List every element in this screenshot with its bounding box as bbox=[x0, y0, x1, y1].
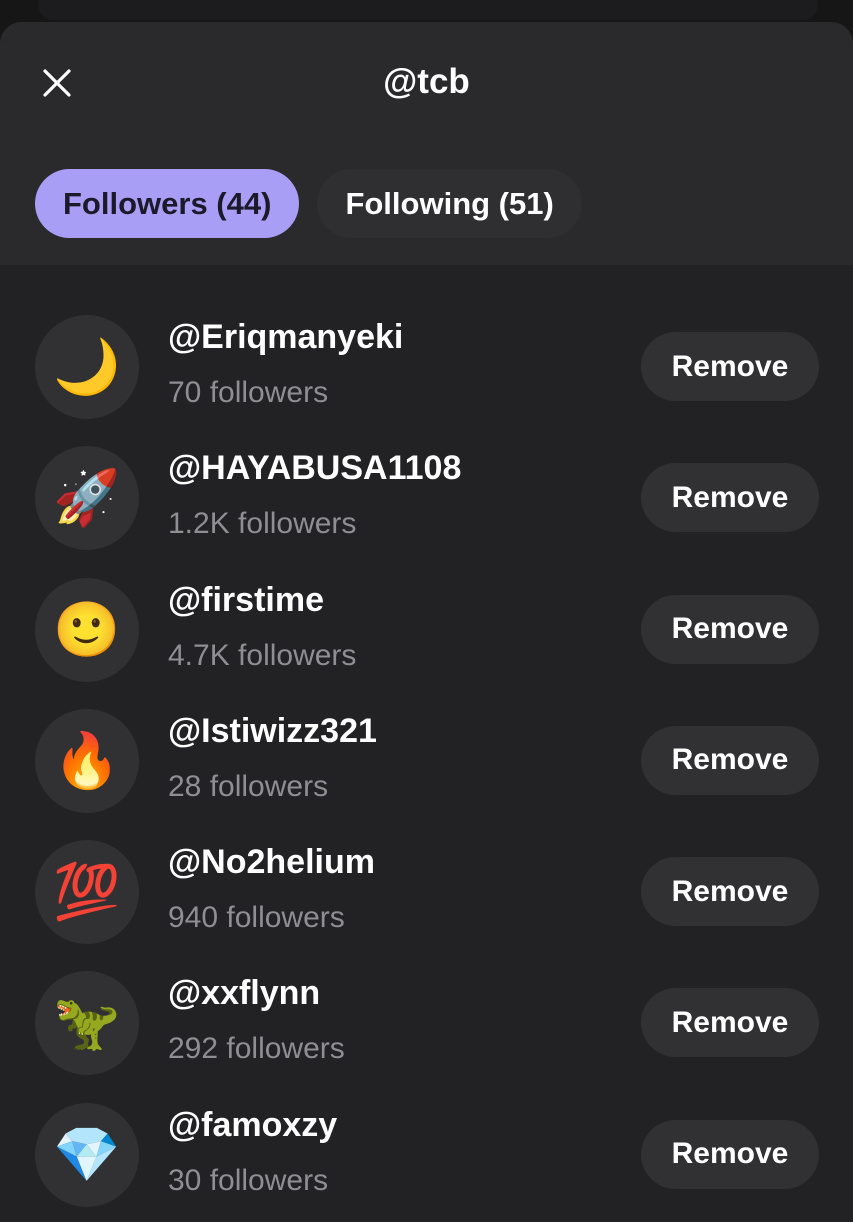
remove-button[interactable]: Remove bbox=[641, 857, 819, 927]
tab-followers[interactable]: Followers (44) bbox=[35, 169, 300, 238]
follower-count: 70 followers bbox=[168, 376, 329, 409]
remove-button[interactable]: Remove bbox=[641, 332, 819, 401]
followers-sheet: @tcb Followers (44) Following (51) 🌙 @Er… bbox=[0, 22, 853, 1222]
follower-count: 28 followers bbox=[168, 769, 329, 803]
follower-count: 30 followers bbox=[168, 1163, 329, 1197]
follower-row: 🚀 @HAYABUSA1108 1.2K followers Remove bbox=[0, 446, 853, 577]
smiling-face-avatar-icon[interactable]: 🙂 bbox=[35, 577, 139, 682]
hundred-points-avatar-icon[interactable]: 💯 bbox=[35, 840, 139, 945]
fire-avatar-icon[interactable]: 🔥 bbox=[35, 708, 139, 813]
username[interactable]: @famoxzy bbox=[168, 1103, 337, 1147]
tab-bar: Followers (44) Following (51) bbox=[35, 169, 582, 238]
t-rex-avatar-icon[interactable]: 🦖 bbox=[35, 971, 139, 1076]
follower-row: 🙂 @firstime 4.7K followers Remove bbox=[0, 577, 853, 709]
username[interactable]: @Istiwizz321 bbox=[168, 709, 377, 753]
follower-row: 💯 @No2helium 940 followers Remove bbox=[0, 840, 853, 971]
remove-button[interactable]: Remove bbox=[641, 988, 819, 1058]
follower-count: 4.7K followers bbox=[168, 638, 357, 672]
username[interactable]: @firstime bbox=[168, 578, 324, 622]
follower-row: 💎 @famoxzy 30 followers Remove bbox=[0, 1102, 853, 1222]
follower-count: 292 followers bbox=[168, 1032, 345, 1066]
username[interactable]: @xxflynn bbox=[168, 971, 320, 1015]
followers-list: 🌙 @Eriqmanyeki 70 followers Remove 🚀 @HA… bbox=[0, 315, 853, 1222]
sheet-header: @tcb Followers (44) Following (51) bbox=[0, 22, 853, 265]
username[interactable]: @No2helium bbox=[168, 840, 375, 884]
follower-count: 940 followers bbox=[168, 901, 345, 935]
follower-row: 🦖 @xxflynn 292 followers Remove bbox=[0, 971, 853, 1102]
background-card bbox=[38, 0, 818, 20]
profile-title: @tcb bbox=[383, 62, 470, 101]
remove-button[interactable]: Remove bbox=[641, 463, 819, 533]
tab-following[interactable]: Following (51) bbox=[317, 169, 582, 238]
remove-button[interactable]: Remove bbox=[641, 594, 819, 664]
follower-count: 1.2K followers bbox=[168, 507, 357, 541]
gem-stone-avatar-icon[interactable]: 💎 bbox=[35, 1102, 139, 1207]
follower-row: 🌙 @Eriqmanyeki 70 followers Remove bbox=[0, 315, 853, 446]
username[interactable]: @Eriqmanyeki bbox=[168, 315, 403, 359]
follower-row: 🔥 @Istiwizz321 28 followers Remove bbox=[0, 708, 853, 840]
remove-button[interactable]: Remove bbox=[641, 1119, 819, 1189]
username[interactable]: @HAYABUSA1108 bbox=[168, 446, 461, 490]
rocket-avatar-icon[interactable]: 🚀 bbox=[35, 446, 139, 551]
crescent-moon-avatar-icon[interactable]: 🌙 bbox=[35, 315, 139, 419]
remove-button[interactable]: Remove bbox=[641, 725, 819, 795]
